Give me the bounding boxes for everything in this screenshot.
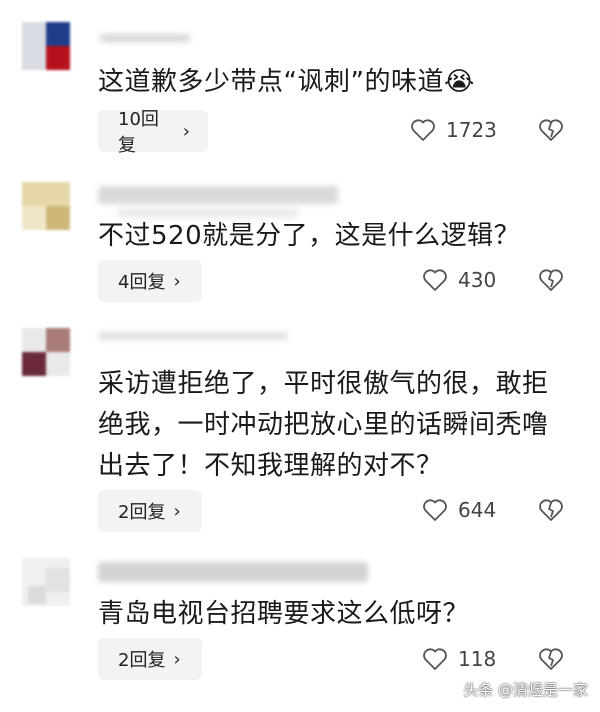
watermark-author: @清煜是一家 [497, 681, 588, 699]
like-button[interactable]: 644 [422, 498, 496, 522]
watermark: 头条 @清煜是一家 [463, 679, 588, 700]
broken-heart-icon[interactable] [538, 118, 564, 142]
comment-text: 采访遭拒绝了，平时很傲气的很，敢拒绝我，一时冲动把放心里的话瞬间秃噜出去了！不知… [98, 369, 549, 481]
avatar[interactable] [22, 328, 70, 376]
like-count: 118 [458, 647, 497, 671]
comment-text: 这道歉多少带点“讽刺”的味道😭 [98, 67, 475, 97]
heart-outline-icon [411, 119, 435, 141]
avatar[interactable] [22, 558, 70, 606]
chevron-right-icon: › [182, 120, 190, 142]
like-count: 430 [458, 268, 497, 292]
like-count: 644 [458, 498, 497, 522]
like-button[interactable]: 430 [422, 268, 496, 292]
broken-heart-icon[interactable] [538, 647, 564, 671]
reply-count: 10回复 [118, 109, 159, 156]
like-button[interactable]: 1723 [410, 118, 497, 142]
heart-outline-icon [423, 648, 447, 670]
like-button[interactable]: 118 [422, 647, 496, 671]
watermark-prefix: 头条 [463, 681, 494, 699]
reply-count: 2回复 [118, 502, 166, 523]
chevron-right-icon: › [173, 270, 181, 292]
username-blurred[interactable] [98, 562, 368, 582]
reply-button[interactable]: 4回复 › [98, 260, 202, 302]
username-blurred[interactable] [98, 186, 338, 204]
reply-count: 2回复 [118, 650, 166, 671]
avatar[interactable] [22, 22, 70, 70]
broken-heart-icon[interactable] [538, 268, 564, 292]
reply-count: 4回复 [118, 272, 166, 293]
comment-text: 不过520就是分了，这是什么逻辑？ [98, 221, 521, 251]
username-blurred[interactable] [98, 332, 288, 340]
chevron-right-icon: › [173, 500, 181, 522]
chevron-right-icon: › [173, 648, 181, 670]
heart-outline-icon [423, 269, 447, 291]
username-blurred[interactable] [100, 34, 190, 42]
heart-outline-icon [423, 499, 447, 521]
like-count: 1723 [446, 118, 497, 142]
reply-button[interactable]: 2回复 › [98, 638, 202, 680]
broken-heart-icon[interactable] [538, 498, 564, 522]
reply-button[interactable]: 10回复 › [98, 109, 208, 156]
reply-button[interactable]: 2回复 › [98, 490, 202, 532]
crying-laughing-emoji: 😭 [443, 67, 475, 97]
comment-text: 青岛电视台招聘要求这么低呀？ [98, 599, 470, 629]
avatar[interactable] [22, 182, 70, 230]
